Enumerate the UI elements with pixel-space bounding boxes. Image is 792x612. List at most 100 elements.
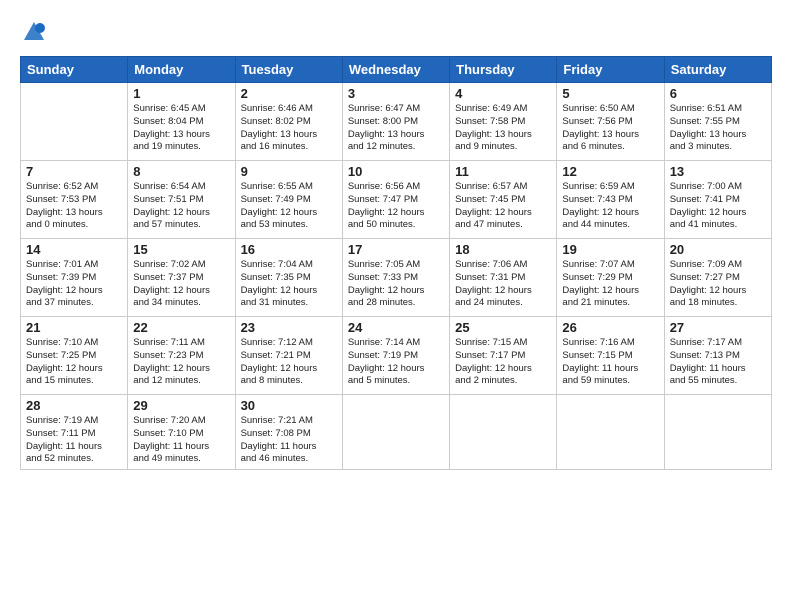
day-info: Sunrise: 6:45 AM Sunset: 8:04 PM Dayligh…	[133, 103, 229, 154]
calendar-day-cell: 7 Sunrise: 6:52 AM Sunset: 7:53 PM Daylig…	[21, 161, 128, 239]
calendar-day-cell: 19 Sunrise: 7:07 AM Sunset: 7:29 PM Dayli…	[557, 239, 664, 317]
day-number: 4	[455, 86, 551, 101]
logo	[20, 18, 52, 46]
calendar-day-cell: 22Sunrise: 7:11 AM Sunset: 7:23 PM Dayli…	[128, 317, 235, 395]
calendar-day-header: Monday	[128, 57, 235, 83]
day-number: 11	[455, 164, 551, 179]
calendar-table: SundayMondayTuesdayWednesdayThursdayFrid…	[20, 56, 772, 470]
day-info: Sunrise: 7:11 AM Sunset: 7:23 PM Dayligh…	[133, 337, 229, 388]
calendar-day-header: Saturday	[664, 57, 771, 83]
day-info: Sunrise: 6:59 AM Sunset: 7:43 PM Dayligh…	[562, 181, 658, 232]
calendar-day-cell: 9 Sunrise: 6:55 AM Sunset: 7:49 PM Daylig…	[235, 161, 342, 239]
day-info: Sunrise: 6:52 AM Sunset: 7:53 PM Dayligh…	[26, 181, 122, 232]
calendar-day-cell: 13 Sunrise: 7:00 AM Sunset: 7:41 PM Dayli…	[664, 161, 771, 239]
day-number: 1	[133, 86, 229, 101]
calendar-day-cell: 14 Sunrise: 7:01 AM Sunset: 7:39 PM Dayli…	[21, 239, 128, 317]
day-info: Sunrise: 6:46 AM Sunset: 8:02 PM Dayligh…	[241, 103, 337, 154]
calendar-day-cell: 23 Sunrise: 7:12 AM Sunset: 7:21 PM Dayli…	[235, 317, 342, 395]
day-info: Sunrise: 7:05 AM Sunset: 7:33 PM Dayligh…	[348, 259, 444, 310]
day-number: 26	[562, 320, 658, 335]
calendar-day-cell	[664, 395, 771, 470]
calendar-week-row: 7 Sunrise: 6:52 AM Sunset: 7:53 PM Daylig…	[21, 161, 772, 239]
calendar-day-cell: 2Sunrise: 6:46 AM Sunset: 8:02 PM Daylig…	[235, 83, 342, 161]
calendar-day-cell: 20 Sunrise: 7:09 AM Sunset: 7:27 PM Dayli…	[664, 239, 771, 317]
calendar-day-cell: 11 Sunrise: 6:57 AM Sunset: 7:45 PM Dayli…	[450, 161, 557, 239]
calendar-day-cell	[557, 395, 664, 470]
calendar-day-header: Tuesday	[235, 57, 342, 83]
day-number: 19	[562, 242, 658, 257]
calendar-day-header: Thursday	[450, 57, 557, 83]
day-number: 15	[133, 242, 229, 257]
day-number: 17	[348, 242, 444, 257]
calendar-week-row: 1 Sunrise: 6:45 AM Sunset: 8:04 PM Daylig…	[21, 83, 772, 161]
day-info: Sunrise: 7:01 AM Sunset: 7:39 PM Dayligh…	[26, 259, 122, 310]
day-info: Sunrise: 7:21 AM Sunset: 7:08 PM Dayligh…	[241, 415, 337, 466]
calendar-day-cell: 3 Sunrise: 6:47 AM Sunset: 8:00 PM Daylig…	[342, 83, 449, 161]
day-info: Sunrise: 6:47 AM Sunset: 8:00 PM Dayligh…	[348, 103, 444, 154]
day-number: 10	[348, 164, 444, 179]
calendar-day-cell	[21, 83, 128, 161]
calendar-day-cell: 29 Sunrise: 7:20 AM Sunset: 7:10 PM Dayli…	[128, 395, 235, 470]
calendar-day-header: Friday	[557, 57, 664, 83]
day-number: 7	[26, 164, 122, 179]
day-number: 16	[241, 242, 337, 257]
day-number: 27	[670, 320, 766, 335]
calendar-day-cell: 25 Sunrise: 7:15 AM Sunset: 7:17 PM Dayli…	[450, 317, 557, 395]
day-info: Sunrise: 7:14 AM Sunset: 7:19 PM Dayligh…	[348, 337, 444, 388]
logo-icon	[20, 18, 48, 46]
calendar-week-row: 14 Sunrise: 7:01 AM Sunset: 7:39 PM Dayli…	[21, 239, 772, 317]
day-info: Sunrise: 7:04 AM Sunset: 7:35 PM Dayligh…	[241, 259, 337, 310]
day-number: 24	[348, 320, 444, 335]
calendar-day-cell: 6Sunrise: 6:51 AM Sunset: 7:55 PM Daylig…	[664, 83, 771, 161]
calendar-day-cell: 1 Sunrise: 6:45 AM Sunset: 8:04 PM Daylig…	[128, 83, 235, 161]
day-info: Sunrise: 7:07 AM Sunset: 7:29 PM Dayligh…	[562, 259, 658, 310]
calendar-day-cell: 18Sunrise: 7:06 AM Sunset: 7:31 PM Dayli…	[450, 239, 557, 317]
calendar-day-cell: 8 Sunrise: 6:54 AM Sunset: 7:51 PM Daylig…	[128, 161, 235, 239]
day-info: Sunrise: 6:54 AM Sunset: 7:51 PM Dayligh…	[133, 181, 229, 232]
day-info: Sunrise: 7:15 AM Sunset: 7:17 PM Dayligh…	[455, 337, 551, 388]
day-number: 25	[455, 320, 551, 335]
calendar-day-cell: 10 Sunrise: 6:56 AM Sunset: 7:47 PM Dayli…	[342, 161, 449, 239]
day-info: Sunrise: 7:00 AM Sunset: 7:41 PM Dayligh…	[670, 181, 766, 232]
calendar-header-row: SundayMondayTuesdayWednesdayThursdayFrid…	[21, 57, 772, 83]
day-number: 3	[348, 86, 444, 101]
day-number: 6	[670, 86, 766, 101]
day-info: Sunrise: 7:16 AM Sunset: 7:15 PM Dayligh…	[562, 337, 658, 388]
calendar-week-row: 21Sunrise: 7:10 AM Sunset: 7:25 PM Dayli…	[21, 317, 772, 395]
calendar-day-cell: 30 Sunrise: 7:21 AM Sunset: 7:08 PM Dayli…	[235, 395, 342, 470]
day-info: Sunrise: 6:56 AM Sunset: 7:47 PM Dayligh…	[348, 181, 444, 232]
day-number: 13	[670, 164, 766, 179]
calendar-day-cell: 16 Sunrise: 7:04 AM Sunset: 7:35 PM Dayli…	[235, 239, 342, 317]
page: SundayMondayTuesdayWednesdayThursdayFrid…	[0, 0, 792, 612]
calendar-day-cell: 24 Sunrise: 7:14 AM Sunset: 7:19 PM Dayli…	[342, 317, 449, 395]
calendar-day-cell: 5Sunrise: 6:50 AM Sunset: 7:56 PM Daylig…	[557, 83, 664, 161]
day-number: 23	[241, 320, 337, 335]
day-number: 29	[133, 398, 229, 413]
day-info: Sunrise: 7:17 AM Sunset: 7:13 PM Dayligh…	[670, 337, 766, 388]
calendar-day-cell: 12 Sunrise: 6:59 AM Sunset: 7:43 PM Dayli…	[557, 161, 664, 239]
calendar-day-cell: 27 Sunrise: 7:17 AM Sunset: 7:13 PM Dayli…	[664, 317, 771, 395]
calendar-day-cell: 26 Sunrise: 7:16 AM Sunset: 7:15 PM Dayli…	[557, 317, 664, 395]
day-number: 8	[133, 164, 229, 179]
calendar-day-cell: 28 Sunrise: 7:19 AM Sunset: 7:11 PM Dayli…	[21, 395, 128, 470]
day-info: Sunrise: 7:19 AM Sunset: 7:11 PM Dayligh…	[26, 415, 122, 466]
day-info: Sunrise: 7:20 AM Sunset: 7:10 PM Dayligh…	[133, 415, 229, 466]
day-info: Sunrise: 6:55 AM Sunset: 7:49 PM Dayligh…	[241, 181, 337, 232]
calendar-day-cell: 4 Sunrise: 6:49 AM Sunset: 7:58 PM Daylig…	[450, 83, 557, 161]
day-number: 30	[241, 398, 337, 413]
header	[20, 18, 772, 46]
day-number: 21	[26, 320, 122, 335]
day-info: Sunrise: 7:06 AM Sunset: 7:31 PM Dayligh…	[455, 259, 551, 310]
day-info: Sunrise: 7:02 AM Sunset: 7:37 PM Dayligh…	[133, 259, 229, 310]
day-number: 20	[670, 242, 766, 257]
day-info: Sunrise: 6:57 AM Sunset: 7:45 PM Dayligh…	[455, 181, 551, 232]
day-info: Sunrise: 7:12 AM Sunset: 7:21 PM Dayligh…	[241, 337, 337, 388]
day-number: 12	[562, 164, 658, 179]
calendar-day-cell: 21Sunrise: 7:10 AM Sunset: 7:25 PM Dayli…	[21, 317, 128, 395]
day-number: 14	[26, 242, 122, 257]
day-info: Sunrise: 7:09 AM Sunset: 7:27 PM Dayligh…	[670, 259, 766, 310]
day-number: 28	[26, 398, 122, 413]
day-number: 9	[241, 164, 337, 179]
day-info: Sunrise: 6:49 AM Sunset: 7:58 PM Dayligh…	[455, 103, 551, 154]
calendar-day-cell	[342, 395, 449, 470]
